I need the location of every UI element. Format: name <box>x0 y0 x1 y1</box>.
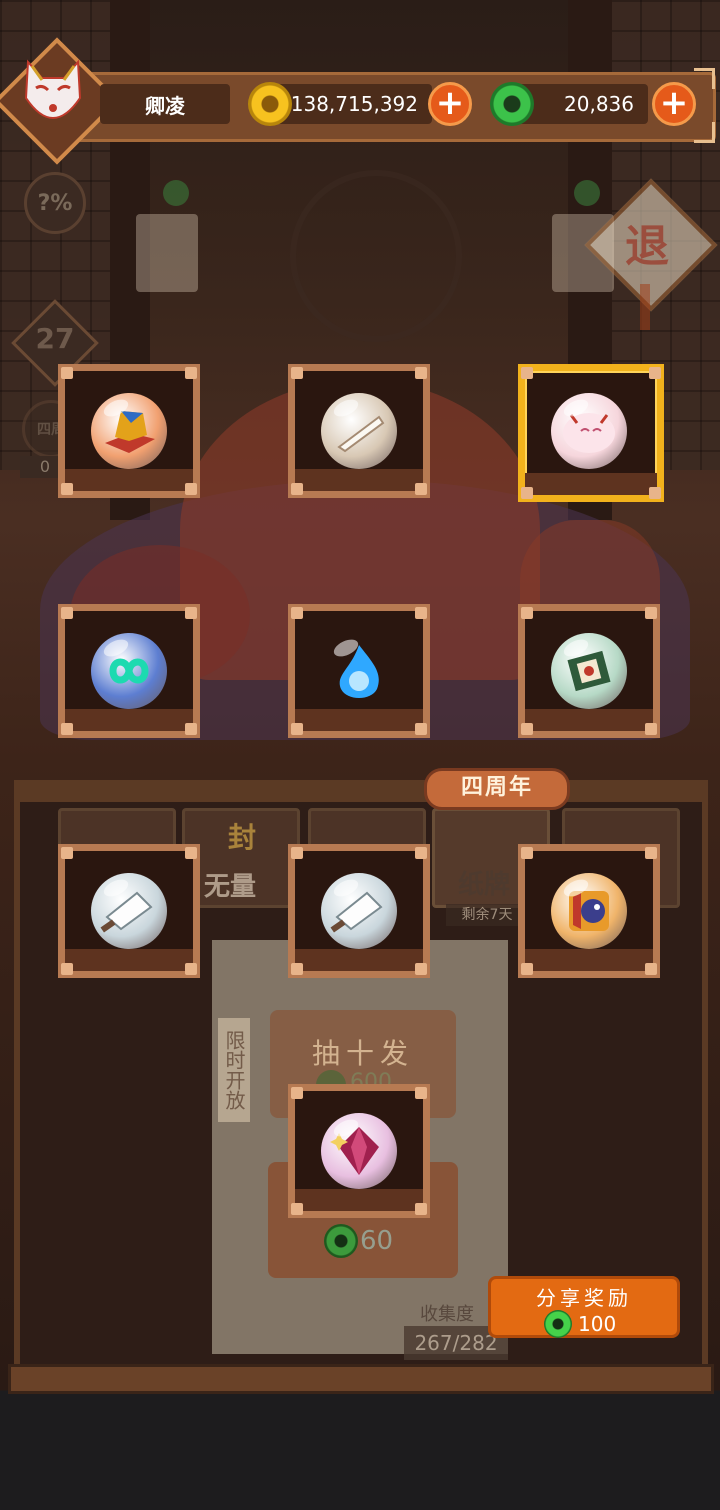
help-icon[interactable]: ?% <box>24 172 86 234</box>
frame-bolt <box>521 847 533 859</box>
reward-slot[interactable] <box>58 844 200 978</box>
frame-bolt <box>521 487 533 499</box>
reward-slot-highlighted[interactable] <box>518 364 664 502</box>
add-jade-button[interactable]: + <box>652 82 696 126</box>
frame-bolt <box>649 487 661 499</box>
feather-quill-icon <box>321 393 397 469</box>
frame-bolt <box>291 1087 303 1099</box>
reward-slot[interactable] <box>288 604 430 738</box>
frame-bolt <box>61 723 73 735</box>
magenta-gem-icon <box>321 1113 397 1189</box>
monster-plate-icon <box>551 873 627 949</box>
cleaver-icon <box>321 873 397 949</box>
infinity-icon <box>91 633 167 709</box>
frame-bolt <box>291 607 303 619</box>
gold-amount: 138,715,392 <box>268 84 432 124</box>
frame-bolt <box>645 963 657 975</box>
reward-slot[interactable] <box>288 1084 430 1218</box>
share-reward-label: 分享奖励 <box>536 1286 632 1310</box>
frame-bolt <box>291 723 303 735</box>
frame-bolt <box>415 723 427 735</box>
frame-bolt <box>291 483 303 495</box>
tab-zhipai-remaining: 剩余7天 <box>446 904 528 926</box>
limited-time-tag: 限时开放 <box>218 1018 250 1122</box>
frame-bolt <box>415 1203 427 1215</box>
frame-bolt <box>185 483 197 495</box>
exit-label: 退 <box>625 221 669 272</box>
tab-zhipai-label: 纸牌 <box>458 870 511 900</box>
frame-bolt <box>645 847 657 859</box>
crystal-pillow-icon <box>91 393 167 469</box>
frame-bolt <box>291 1203 303 1215</box>
frame-bolt <box>61 607 73 619</box>
add-gold-button[interactable]: + <box>428 82 472 126</box>
fox-mask-icon[interactable] <box>22 58 84 130</box>
topbar-corner-br <box>694 122 715 143</box>
frame-bolt <box>291 367 303 379</box>
frame-bolt <box>521 963 533 975</box>
reward-slot[interactable] <box>288 844 430 978</box>
share-jade-icon <box>544 1310 572 1338</box>
gold-coin-icon <box>248 82 292 126</box>
reward-slot[interactable] <box>518 844 660 978</box>
reward-slot[interactable] <box>288 364 430 498</box>
level-badge-value: 27 <box>35 322 75 355</box>
cleaver-icon <box>91 873 167 949</box>
frame-bolt <box>645 723 657 735</box>
frame-bolt <box>415 847 427 859</box>
frame-bolt <box>61 367 73 379</box>
help-label: ?% <box>37 190 73 216</box>
game-screen: 退 ?% 27 四周 0 卿凌 138,715,392 + 20,836 + 无… <box>0 0 720 1510</box>
frame-bolt <box>185 723 197 735</box>
tab-wuliang-badge: 封 <box>228 821 257 854</box>
frame-bolt <box>185 607 197 619</box>
frame-bolt <box>415 607 427 619</box>
reward-slot[interactable] <box>518 604 660 738</box>
frame-bolt <box>61 963 73 975</box>
frame-bolt <box>61 847 73 859</box>
tab-wuliang-label: 无量 <box>204 872 257 902</box>
draw-one-cost: 60 <box>360 1226 394 1256</box>
frame-bolt <box>649 367 661 379</box>
exit-tassel <box>640 284 650 330</box>
reward-slot[interactable] <box>58 604 200 738</box>
player-name[interactable]: 卿凌 <box>100 84 230 124</box>
jade-coin-icon <box>490 82 534 126</box>
frame-bolt <box>415 367 427 379</box>
pink-ghost-icon <box>551 393 627 469</box>
jade-ornament-right <box>574 180 600 206</box>
frame-bolt <box>415 483 427 495</box>
cabinet-base <box>8 1364 714 1394</box>
hanging-spade-card <box>136 214 198 292</box>
frame-bolt <box>521 367 533 379</box>
frame-bolt <box>185 847 197 859</box>
share-reward-cost: 100 <box>578 1312 617 1336</box>
blue-flame-icon <box>321 633 397 709</box>
reward-slot[interactable] <box>58 364 200 498</box>
frame-bolt <box>185 963 197 975</box>
gear-emblem-icon <box>551 633 627 709</box>
frame-bolt <box>415 1087 427 1099</box>
frame-bolt <box>185 367 197 379</box>
collection-label: 收集度 <box>420 1304 474 1325</box>
draw-ten-label: 抽十发 <box>311 1037 414 1070</box>
draw-one-jade-icon <box>324 1224 358 1258</box>
frame-bolt <box>291 847 303 859</box>
topbar-corner-tr <box>694 68 715 89</box>
frame-bolt <box>645 607 657 619</box>
jade-ornament-left <box>163 180 189 206</box>
frame-bolt <box>521 607 533 619</box>
frame-bolt <box>415 963 427 975</box>
spade-emblem <box>290 170 462 342</box>
anniversary-label: 四周年 <box>424 768 570 810</box>
frame-bolt <box>291 963 303 975</box>
frame-bolt <box>521 723 533 735</box>
frame-bolt <box>61 483 73 495</box>
